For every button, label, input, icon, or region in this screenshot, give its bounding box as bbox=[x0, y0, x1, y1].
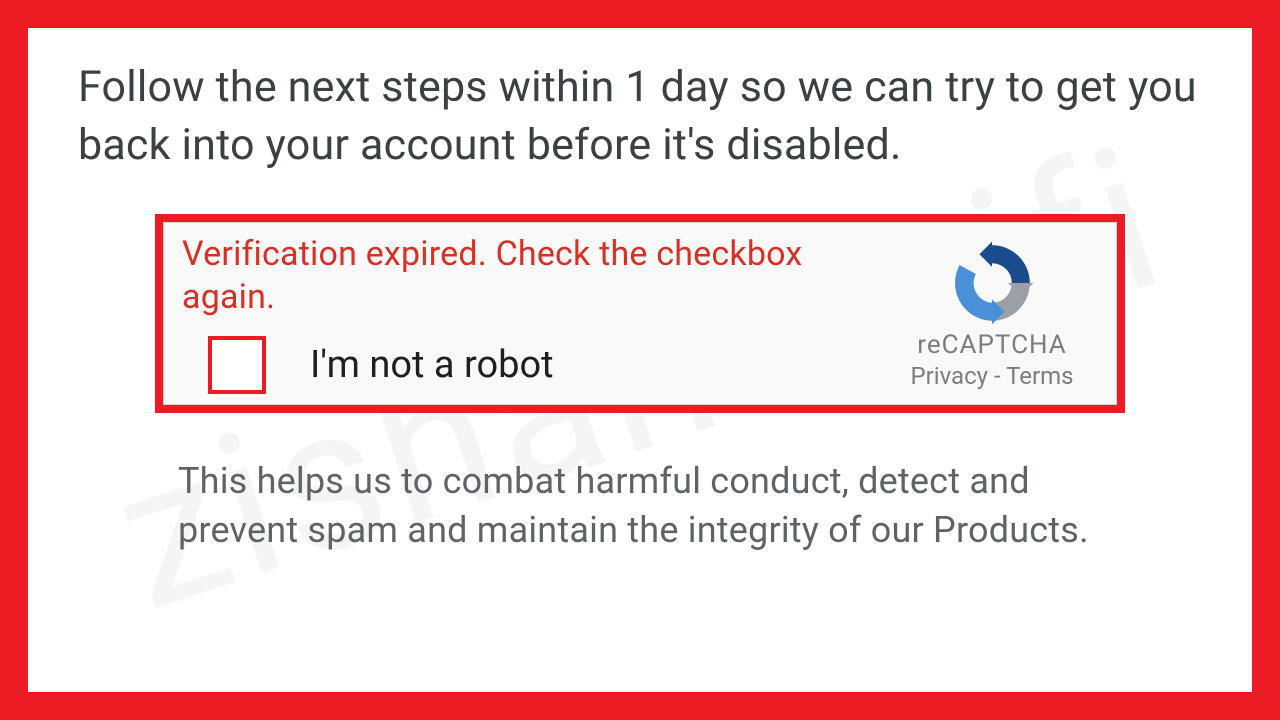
recaptcha-link-separator: - bbox=[988, 362, 1006, 390]
recaptcha-highlight-box: Verification expired. Check the checkbox… bbox=[155, 214, 1125, 413]
recaptcha-brand-text: reCAPTCHA bbox=[917, 330, 1066, 360]
recaptcha-checkbox-row: I'm not a robot bbox=[182, 336, 872, 394]
highlight-frame: zishan saifi Follow the next steps withi… bbox=[0, 0, 1280, 720]
recaptcha-checkbox[interactable] bbox=[208, 336, 266, 394]
recaptcha-label: I'm not a robot bbox=[310, 343, 554, 387]
instruction-text: Follow the next steps within 1 day so we… bbox=[78, 58, 1202, 174]
recaptcha-privacy-link[interactable]: Privacy bbox=[910, 362, 988, 390]
recaptcha-error-text: Verification expired. Check the checkbox… bbox=[182, 233, 872, 318]
recaptcha-branding: reCAPTCHA Privacy - Terms bbox=[892, 238, 1092, 390]
disclaimer-text: This helps us to combat harmful conduct,… bbox=[78, 457, 1202, 554]
recaptcha-logo-icon bbox=[942, 238, 1042, 328]
content-area: zishan saifi Follow the next steps withi… bbox=[28, 58, 1252, 720]
recaptcha-terms-link[interactable]: Terms bbox=[1006, 362, 1073, 390]
recaptcha-legal-links: Privacy - Terms bbox=[910, 362, 1073, 390]
recaptcha-widget: Verification expired. Check the checkbox… bbox=[163, 222, 1117, 405]
recaptcha-left: Verification expired. Check the checkbox… bbox=[182, 233, 892, 394]
